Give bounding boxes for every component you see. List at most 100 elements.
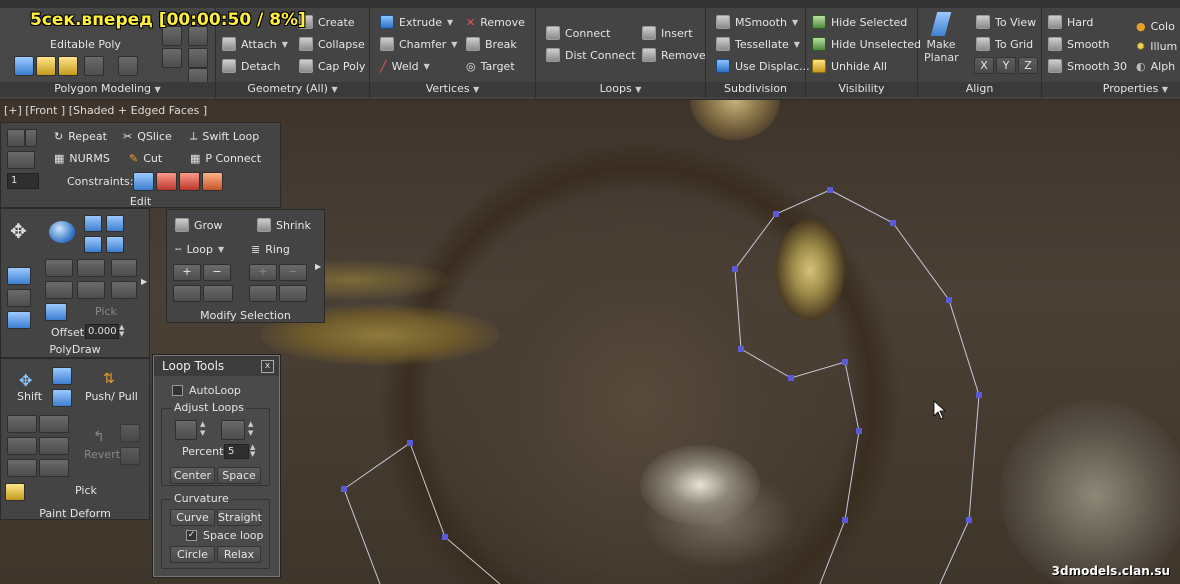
loops-remove-button[interactable]: Remove [642, 45, 706, 65]
ring-grow-button[interactable]: + [249, 264, 277, 281]
chamfer-button[interactable]: Chamfer ▼ [380, 34, 457, 54]
edit-tool-button-2[interactable] [7, 151, 35, 169]
stack-down-button[interactable] [162, 48, 182, 68]
paint-deform-tool-8[interactable] [39, 459, 69, 477]
insert-button[interactable]: Insert [642, 23, 693, 43]
polydraw-tool-5[interactable] [7, 267, 31, 285]
edit-spinner[interactable]: 1 [7, 173, 39, 189]
collapse-button[interactable]: Collapse [299, 34, 365, 54]
polygon-modeling-title[interactable]: Polygon Modeling ▼ [0, 82, 215, 97]
vertex[interactable] [788, 375, 794, 381]
polydraw-tool-7[interactable] [7, 311, 31, 329]
paint-deform-tool-7[interactable] [7, 459, 37, 477]
swift-loop-button[interactable]: ⟂ Swift Loop [190, 126, 259, 146]
geometry-title[interactable]: Geometry (All) ▼ [216, 82, 369, 97]
space-button[interactable]: Space [217, 467, 261, 484]
polygon-mode-button[interactable] [84, 56, 104, 76]
remove-button[interactable]: ✕ Remove [466, 12, 525, 32]
shift-button[interactable]: Shift [17, 390, 42, 403]
paint-deform-tool-5[interactable] [7, 437, 37, 455]
break-button[interactable]: Break [466, 34, 517, 54]
expand-arrow-icon[interactable]: ▶ [141, 277, 147, 286]
polydraw-tool-10[interactable] [111, 259, 137, 277]
detach-button[interactable]: Detach [222, 56, 280, 76]
cap-poly-button[interactable]: Cap Poly [299, 56, 365, 76]
weld-button[interactable]: ╱ Weld ▼ [380, 56, 430, 76]
constraint-none-button[interactable] [133, 172, 154, 191]
smooth-30-button[interactable]: Smooth 30 [1048, 56, 1127, 76]
polydraw-tool-11[interactable] [45, 281, 73, 299]
polydraw-tool-4[interactable] [106, 236, 124, 253]
paint-deform-tool-1[interactable] [52, 367, 72, 385]
adjust-loops-mode-2[interactable] [221, 420, 245, 440]
make-planar-button[interactable]: Make Planar [924, 12, 959, 64]
polydraw-tool-8[interactable] [45, 259, 73, 277]
repeat-button[interactable]: ↻ Repeat [54, 126, 107, 146]
extrude-button[interactable]: Extrude ▼ [380, 12, 453, 32]
close-button[interactable]: x [261, 360, 274, 373]
ring-option-button[interactable] [249, 285, 277, 302]
vertex[interactable] [827, 187, 833, 193]
vertex[interactable] [341, 486, 347, 492]
vertex[interactable] [773, 211, 779, 217]
border-mode-button[interactable] [58, 56, 78, 76]
polydraw-tool-12[interactable] [77, 281, 105, 299]
color-button[interactable]: ● Colo [1136, 16, 1175, 36]
use-displacement-button[interactable]: Use Displac... [716, 56, 810, 76]
transform-arrows-icon[interactable]: ✥ [10, 219, 27, 243]
vertex[interactable] [842, 517, 848, 523]
qslice-button[interactable]: ✂ QSlice [123, 126, 172, 146]
ring-option-button-2[interactable] [279, 285, 307, 302]
autoloop-checkbox[interactable]: AutoLoop [172, 384, 241, 397]
space-loop-checkbox[interactable]: ✓ Space loop [186, 529, 264, 542]
paint-deform-tool-6[interactable] [39, 437, 69, 455]
loop-grow-button[interactable]: + [173, 264, 201, 281]
cut-button[interactable]: ✎ Cut [129, 148, 162, 168]
unhide-all-button[interactable]: Unhide All [812, 56, 887, 76]
align-y-button[interactable]: Y [996, 57, 1016, 74]
shrink-button[interactable]: Shrink [257, 215, 311, 235]
polydraw-tool-14[interactable] [45, 303, 67, 321]
edit-tool-dropdown[interactable] [25, 129, 37, 147]
vertex[interactable] [407, 440, 413, 446]
p-connect-button[interactable]: ▦ P Connect [190, 148, 261, 168]
push-pull-button[interactable]: Push/ Pull [85, 390, 138, 403]
align-title[interactable]: Align [918, 82, 1041, 97]
offset-spinner[interactable]: ▲ ▼ [119, 324, 127, 339]
ring-button[interactable]: ≣ Ring [251, 239, 290, 259]
tessellate-button[interactable]: Tessellate ▼ [716, 34, 800, 54]
adjust-loops-mode-1[interactable] [175, 420, 197, 440]
properties-title[interactable]: Properties ▼ [1042, 82, 1180, 97]
align-x-button[interactable]: X [974, 57, 994, 74]
hard-button[interactable]: Hard [1048, 12, 1093, 32]
vertex[interactable] [842, 359, 848, 365]
align-z-button[interactable]: Z [1018, 57, 1038, 74]
loop-option-button-2[interactable] [203, 285, 233, 302]
loop-shrink-button[interactable]: − [203, 264, 231, 281]
paint-deform-tool-4[interactable] [39, 415, 69, 433]
polydraw-pick-button[interactable]: Pick [95, 305, 117, 318]
target-button[interactable]: ◎ Target [466, 56, 515, 76]
create-button[interactable]: Create [299, 12, 355, 32]
hide-selected-button[interactable]: Hide Selected [812, 12, 907, 32]
edge-mode-button[interactable] [36, 56, 56, 76]
vertex[interactable] [442, 534, 448, 540]
paint-deform-tool-2[interactable] [52, 389, 72, 407]
paint-deform-tool-9[interactable] [120, 424, 140, 442]
dist-connect-button[interactable]: Dist Connect [546, 45, 636, 65]
vertex[interactable] [946, 297, 952, 303]
subdivision-title[interactable]: Subdivision [706, 82, 805, 97]
percent-spinner[interactable]: ▲ ▼ [250, 444, 255, 458]
vertex[interactable] [856, 428, 862, 434]
paint-deform-tool-3[interactable] [7, 415, 37, 433]
polydraw-tool-3[interactable] [84, 236, 102, 253]
vertex[interactable] [966, 517, 972, 523]
constraint-face-button[interactable] [179, 172, 200, 191]
straight-button[interactable]: Straight [217, 509, 262, 526]
ring-shrink-button[interactable]: − [279, 264, 307, 281]
alpha-button[interactable]: ◐ Alph [1136, 56, 1175, 76]
polydraw-tool-6[interactable] [7, 289, 31, 307]
circle-button[interactable]: Circle [170, 546, 215, 563]
curve-button[interactable]: Curve [170, 509, 215, 526]
paint-deform-pick-icon[interactable] [5, 483, 25, 501]
